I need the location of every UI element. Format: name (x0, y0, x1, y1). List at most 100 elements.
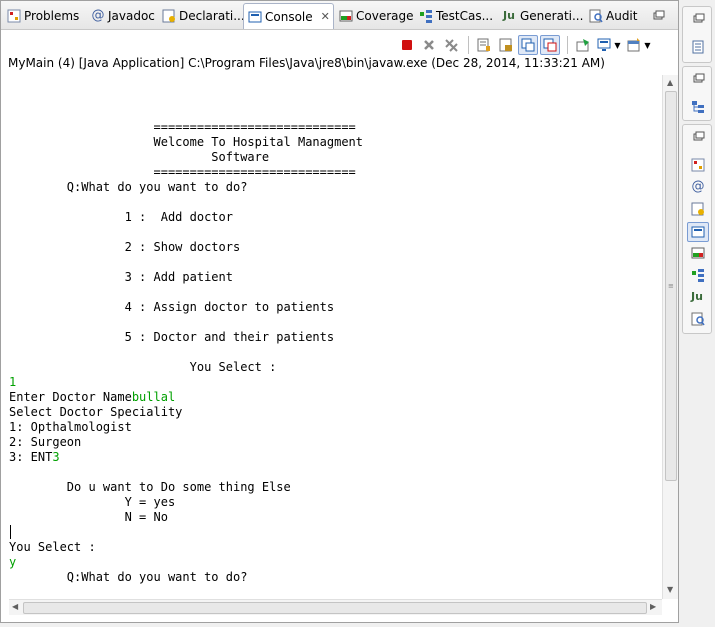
console-output-text: You Select : (9, 360, 277, 374)
display-selected-console-button[interactable]: ▼ (595, 35, 623, 55)
show-on-stderr-icon (543, 38, 557, 52)
tab-label: Generati... (520, 9, 584, 23)
console-line: Select Doctor Speciality (9, 405, 661, 420)
hierarchy-button[interactable] (690, 99, 706, 115)
tab-label: Console (265, 9, 313, 24)
junit-icon: Ju (503, 9, 515, 22)
console-line: 2 : Show doctors (9, 240, 661, 255)
remove-all-terminated-icon (444, 38, 458, 52)
audit-button[interactable] (690, 311, 706, 327)
text-caret (10, 525, 11, 539)
console-output-text: 1 : Add doctor (9, 210, 233, 224)
test-case-button[interactable] (690, 267, 706, 283)
restore-button[interactable] (690, 71, 706, 87)
scroll-right-icon[interactable]: ▶ (650, 602, 656, 611)
tab-console[interactable]: Console ✕ (243, 3, 334, 29)
at-sign-icon: @ (691, 179, 705, 194)
trim-stack-bottom: @ Ju (682, 124, 712, 334)
console-line: 1: Opthalmologist (9, 420, 661, 435)
console-line: ============================ (9, 165, 661, 180)
console-line: 3 : Add patient (9, 270, 661, 285)
junit-button[interactable]: Ju (690, 289, 706, 305)
console-output-text: Software (9, 150, 270, 164)
console-line: y (9, 555, 661, 570)
clear-console-icon (477, 38, 491, 52)
console-output-text: 3: ENT (9, 450, 53, 464)
javadoc-button[interactable]: @ (690, 179, 706, 195)
tab-label: Audit (606, 9, 638, 23)
close-icon[interactable]: ✕ (321, 10, 330, 23)
problems-button[interactable] (690, 157, 706, 173)
horizontal-scrollbar[interactable]: ◀ ▶ (9, 599, 662, 615)
grip-icon: ≡ (668, 282, 674, 290)
show-on-stderr-button[interactable] (540, 35, 560, 55)
audit-icon (691, 312, 705, 326)
vertical-scroll-thumb[interactable]: ≡ (665, 91, 677, 481)
remove-all-terminated-button[interactable] (441, 35, 461, 55)
outline-icon (691, 40, 705, 54)
tab-javadoc[interactable]: @ Javadoc (91, 4, 155, 28)
coverage-icon (691, 246, 705, 260)
console-view: Problems @ Javadoc Declarati... Console … (0, 0, 679, 623)
tab-audit[interactable]: Audit (589, 4, 637, 28)
console-line: N = No (9, 510, 661, 525)
console-output-text: N = No (9, 510, 168, 524)
console-output-text: Q:What do you want to do? (9, 180, 248, 194)
tab-generation[interactable]: Ju Generati... (503, 4, 583, 28)
chevron-down-icon: ▼ (644, 40, 651, 50)
console-output[interactable]: ============================ Welcome To … (9, 75, 661, 599)
console-line: Software (9, 150, 661, 165)
problems-icon (7, 9, 21, 23)
coverage-icon (339, 9, 353, 23)
tab-declaration[interactable]: Declarati... (162, 4, 245, 28)
minimize-view-button[interactable] (651, 4, 665, 28)
pin-console-button[interactable] (573, 35, 593, 55)
coverage-button[interactable] (690, 245, 706, 261)
console-output-text: Q:What do you want to do? (9, 570, 248, 584)
console-line: Q:What do you want to do? (9, 570, 661, 585)
console-output-text: Y = yes (9, 495, 176, 509)
scroll-down-icon[interactable]: ▼ (667, 585, 673, 594)
remove-launch-button[interactable] (419, 35, 439, 55)
tab-coverage[interactable]: Coverage (339, 4, 414, 28)
scroll-lock-button[interactable] (496, 35, 516, 55)
console-line: Do u want to Do some thing Else (9, 480, 661, 495)
process-description: MyMain (4) [Java Application] C:\Program… (8, 56, 605, 70)
toolbar-separator (468, 36, 469, 54)
tab-problems[interactable]: Problems (7, 4, 79, 28)
remove-launch-icon (422, 38, 436, 52)
console-output-text: 2 : Show doctors (9, 240, 241, 254)
outline-button[interactable] (690, 39, 706, 55)
console-output-text: 5 : Doctor and their patients (9, 330, 335, 344)
clear-console-button[interactable] (474, 35, 494, 55)
vertical-scrollbar[interactable]: ▲ ≡ ▼ (662, 75, 678, 599)
console-toolbar: ▼ ▼ (397, 34, 655, 56)
open-console-button[interactable]: ▼ (625, 35, 653, 55)
console-button[interactable] (687, 222, 709, 242)
show-on-stdout-button[interactable] (518, 35, 538, 55)
view-tab-bar: Problems @ Javadoc Declarati... Console … (1, 1, 678, 30)
console-output-text: 4 : Assign doctor to patients (9, 300, 335, 314)
console-output-text: Welcome To Hospital Managment (9, 135, 364, 149)
junit-icon: Ju (691, 290, 703, 303)
scroll-left-icon[interactable]: ◀ (12, 602, 18, 611)
tab-testcase[interactable]: TestCas... (419, 4, 493, 28)
console-icon (691, 225, 705, 239)
horizontal-scroll-thumb[interactable] (23, 602, 647, 614)
console-line: 2: Surgeon (9, 435, 661, 450)
console-output-text: 1: Opthalmologist (9, 420, 132, 434)
console-input-text: y (9, 555, 17, 569)
terminate-button[interactable] (397, 35, 417, 55)
console-icon (248, 10, 262, 24)
console-line: Enter Doctor Namebullal (9, 390, 661, 405)
scroll-up-icon[interactable]: ▲ (667, 78, 673, 87)
test-case-icon (691, 268, 705, 282)
declaration-button[interactable] (690, 201, 706, 217)
restore-button[interactable] (690, 129, 706, 145)
console-line: 4 : Assign doctor to patients (9, 300, 661, 315)
show-on-stdout-icon (521, 38, 535, 52)
restore-button[interactable] (690, 11, 706, 27)
